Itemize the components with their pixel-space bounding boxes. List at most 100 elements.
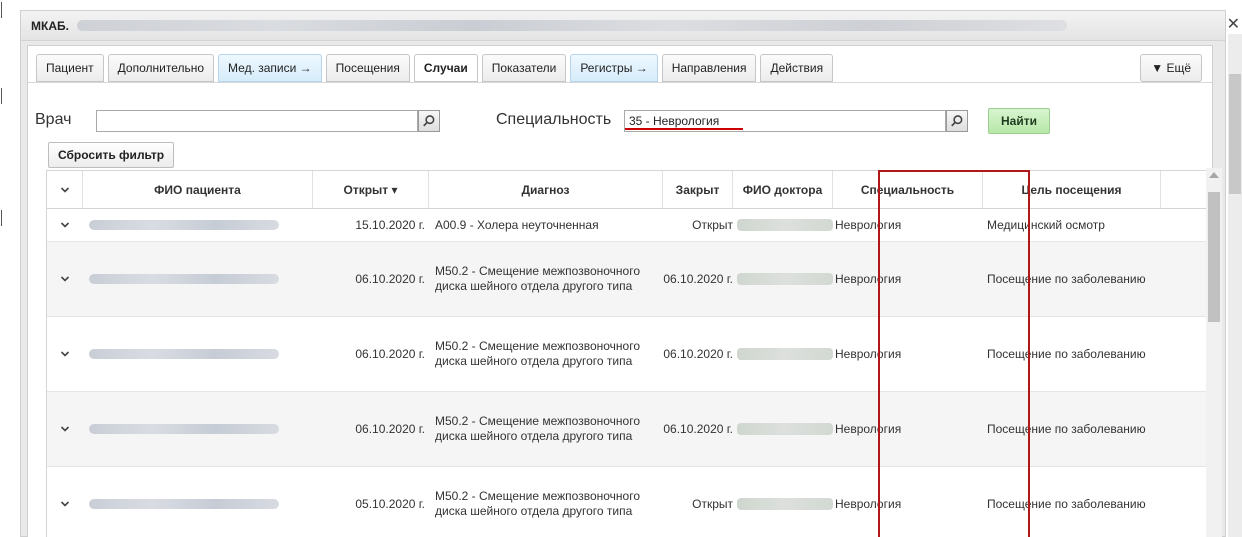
blurred-doctor-name	[737, 423, 833, 435]
blurred-patient-info	[77, 20, 1067, 31]
reset-filter-button[interactable]: Сбросить фильтр	[48, 142, 175, 168]
blurred-doctor-name	[737, 348, 833, 360]
doctor-label: Врач	[35, 111, 72, 128]
specialty-cell: Неврология	[835, 497, 902, 511]
edge-mark	[1, 2, 2, 18]
blurred-patient-name	[89, 274, 279, 284]
close-icon[interactable]: ✕	[1227, 14, 1240, 34]
tab-8[interactable]: Действия	[760, 54, 834, 82]
blurred-patient-name	[89, 499, 279, 509]
cases-table: ФИО пациента Открыт ▾ Диагноз Закрыт ФИО док…	[46, 170, 1216, 537]
red-underline	[625, 128, 743, 130]
tab-3[interactable]: Посещения	[325, 54, 410, 82]
opened-cell: 06.10.2020 г.	[355, 422, 425, 436]
table-header: ФИО пациента Открыт ▾ Диагноз Закрыт ФИО док…	[47, 171, 1215, 209]
specialty-cell: Неврология	[835, 272, 902, 286]
expand-row-chevron-icon[interactable]	[47, 242, 83, 316]
visit-aim-cell: Посещение по заболеванию	[987, 346, 1146, 361]
blurred-patient-name	[89, 220, 279, 230]
opened-cell: 15.10.2020 г.	[355, 218, 425, 232]
closed-cell: 06.10.2020 г.	[663, 422, 733, 436]
blurred-patient-name	[89, 424, 279, 434]
diagnosis-cell: M50.2 - Смещение межпозвоночного диска ш…	[435, 264, 641, 293]
title-bar: МКАБ.	[21, 11, 1225, 41]
specialty-label: Специальность	[496, 111, 612, 128]
expand-row-chevron-icon[interactable]	[47, 317, 83, 391]
table-scrollbar[interactable]	[1206, 168, 1222, 537]
blurred-doctor-name	[737, 273, 833, 285]
column-header-patient-name[interactable]: ФИО пациента	[83, 171, 313, 208]
specialty-input[interactable]: 35 - Неврология	[624, 110, 946, 132]
tab-4[interactable]: Случаи	[413, 54, 478, 82]
specialty-input-value: 35 - Неврология	[629, 114, 720, 128]
expand-row-chevron-icon[interactable]	[47, 392, 83, 466]
doctor-name-cell	[733, 467, 833, 537]
column-header-opened[interactable]: Открыт ▾	[313, 171, 429, 208]
opened-cell: 06.10.2020 г.	[355, 272, 425, 286]
specialty-cell: Неврология	[835, 218, 902, 232]
tab-0[interactable]: Пациент	[36, 54, 104, 82]
expand-row-chevron-icon[interactable]	[47, 209, 83, 241]
tab-7[interactable]: Направления	[661, 54, 757, 82]
filter-row: Врач Специальность 35 - Неврология Найти	[28, 108, 1212, 134]
column-header-doctor-name[interactable]: ФИО доктора	[733, 171, 833, 208]
doctor-name-cell	[733, 209, 833, 241]
patient-name-cell	[83, 467, 313, 537]
scroll-thumb[interactable]	[1208, 192, 1220, 322]
diagnosis-cell: A00.9 - Холера неуточненная	[435, 217, 599, 232]
more-tabs-button[interactable]: ▼ Ещё	[1140, 54, 1202, 82]
find-button[interactable]: Найти	[988, 108, 1050, 134]
row-spacer	[1161, 317, 1211, 391]
patient-name-cell	[83, 392, 313, 466]
patient-name-cell	[83, 242, 313, 316]
blurred-patient-name	[89, 349, 279, 359]
closed-cell: Открыт	[692, 497, 733, 511]
tabs-divider	[28, 82, 1212, 83]
window-scroll-thumb[interactable]	[1229, 74, 1241, 194]
table-row[interactable]: 06.10.2020 г. M50.2 - Смещение межпозвоно…	[47, 392, 1215, 467]
tab-2[interactable]: Мед. записи →	[218, 54, 322, 82]
left-edge	[0, 0, 3, 537]
tab-5[interactable]: Показатели	[481, 54, 567, 82]
table-body: 15.10.2020 г. A00.9 - Холера неуточненная…	[47, 209, 1215, 537]
patient-name-cell	[83, 209, 313, 241]
table-row[interactable]: 15.10.2020 г. A00.9 - Холера неуточненная…	[47, 209, 1215, 242]
tab-1[interactable]: Дополнительно	[107, 54, 215, 82]
row-spacer	[1161, 209, 1211, 241]
specialty-search-button[interactable]	[946, 110, 968, 132]
search-icon	[423, 115, 435, 127]
visit-aim-cell: Медицинский осмотр	[987, 217, 1105, 232]
doctor-search-button[interactable]	[418, 110, 440, 132]
specialty-cell: Неврология	[835, 347, 902, 361]
table-row[interactable]: 05.10.2020 г. M50.2 - Смещение межпозвоно…	[47, 467, 1215, 537]
column-header-visit-aim[interactable]: Цель посещения	[983, 171, 1161, 208]
search-icon	[951, 115, 963, 127]
header-spacer	[1161, 171, 1211, 208]
doctor-input[interactable]	[96, 110, 418, 132]
doctor-name-cell	[733, 317, 833, 391]
table-row[interactable]: 06.10.2020 г. M50.2 - Смещение межпозвоно…	[47, 242, 1215, 317]
column-header-diagnosis[interactable]: Диагноз	[429, 171, 663, 208]
expand-row-chevron-icon[interactable]	[47, 467, 83, 537]
opened-cell: 05.10.2020 г.	[355, 497, 425, 511]
tab-6[interactable]: Регистры →	[570, 54, 658, 82]
table-row[interactable]: 06.10.2020 г. M50.2 - Смещение межпозвоно…	[47, 317, 1215, 392]
row-spacer	[1161, 467, 1211, 537]
tab-bar: Пациент Дополнительно Мед. записи → Посещен…	[36, 54, 834, 82]
diagnosis-cell: M50.2 - Смещение межпозвоночного диска ш…	[435, 339, 641, 368]
doctor-name-cell	[733, 242, 833, 316]
closed-cell: 06.10.2020 г.	[663, 272, 733, 286]
closed-cell: 06.10.2020 г.	[663, 347, 733, 361]
expand-all-chevron-icon[interactable]	[47, 171, 83, 208]
edge-mark	[1, 210, 2, 226]
blurred-doctor-name	[737, 498, 833, 510]
closed-cell: Открыт	[692, 218, 733, 232]
window-scrollbar[interactable]	[1228, 34, 1242, 537]
specialty-cell: Неврология	[835, 422, 902, 436]
column-header-closed[interactable]: Закрыт	[663, 171, 733, 208]
row-spacer	[1161, 242, 1211, 316]
scroll-up-arrow[interactable]	[1209, 172, 1219, 178]
column-header-specialty[interactable]: Специальность	[833, 171, 983, 208]
visit-aim-cell: Посещение по заболеванию	[987, 271, 1146, 286]
doctor-name-cell	[733, 392, 833, 466]
